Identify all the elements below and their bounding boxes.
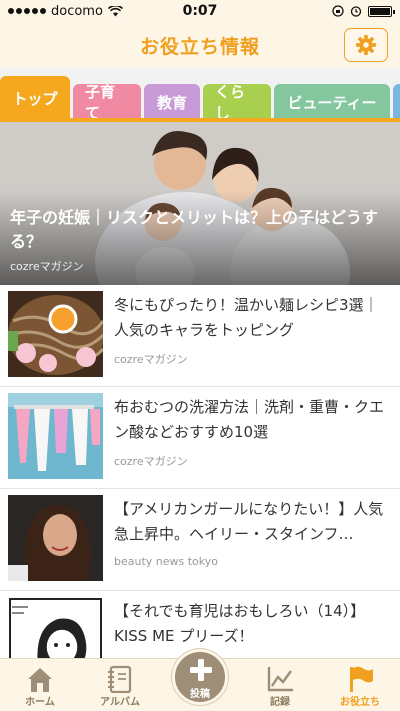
wifi-icon [107,5,123,16]
nav-useful[interactable]: お役立ち [320,659,400,711]
tab-top[interactable]: トップ [0,76,70,120]
article-title: 布おむつの洗濯方法｜洗剤・重曹・クエン酸などおすすめ10選 [114,398,385,441]
header: お役立ち情報 [0,22,400,68]
article-source: cozreマガジン [114,455,188,468]
article-source: beauty news tokyo [114,555,219,568]
tab-label: 教育 [156,93,187,112]
nav-record[interactable]: 記録 [240,659,320,711]
nav-useful-label: お役立ち [340,697,380,708]
plus-icon [190,659,212,681]
house-icon [28,668,52,692]
featured-title: 年子の妊娠｜リスクとメリットは？上の子はどうする？ [10,208,379,251]
battery-icon [368,5,395,17]
featured-article[interactable]: 年子の妊娠｜リスクとメリットは？上の子はどうする？ cozreマガジン [0,122,400,285]
tab-label: 子育て [85,83,116,120]
article-list: 冬にもぴったり！温かい麺レシピ3選｜人気のキャラをトッピング cozreマガジン… [0,285,400,693]
category-tabs: トップ 子育て 教育 くらし ビューティー [0,72,400,120]
list-item[interactable]: 冬にもぴったり！温かい麺レシピ3選｜人気のキャラをトッピング cozreマガジン [0,285,400,387]
article-title: 【アメリカンガールになりたい！】人気急上昇中。ヘイリー・スタインフ… [114,500,384,543]
nav-album-label: アルバム [100,697,140,708]
tab-lifestyle[interactable]: くらし [203,83,271,120]
tab-label: ビューティー [287,93,377,112]
carrier-name: docomo [51,3,103,19]
notebook-icon [108,665,132,693]
laundry-thumbnail [8,393,103,479]
bottom-nav: ホーム アルバム 投稿 記録 お役立ち [0,649,400,711]
post-button[interactable]: 投稿 [172,649,228,705]
noodle-thumbnail [8,291,103,377]
carrier-info: docomo [8,4,123,19]
tab-more[interactable] [393,84,400,120]
settings-button[interactable] [344,28,388,62]
nav-home[interactable]: ホーム [0,659,80,711]
tab-beauty[interactable]: ビューティー [274,84,390,120]
gear-icon [355,34,377,56]
chart-icon [267,667,293,692]
article-title: 冬にもぴったり！温かい麺レシピ3選｜人気のキャラをトッピング [114,296,379,339]
nav-album[interactable]: アルバム [80,659,160,711]
featured-source: cozreマガジン [10,260,84,273]
alarm-icon [350,6,362,17]
orientation-lock-icon [332,5,344,17]
list-item[interactable]: 布おむつの洗濯方法｜洗剤・重曹・クエン酸などおすすめ10選 cozreマガジン [0,387,400,489]
list-item[interactable]: 【アメリカンガールになりたい！】人気急上昇中。ヘイリー・スタインフ… beaut… [0,489,400,591]
tab-label: トップ [12,89,58,108]
article-title: 【それでも育児はおもしろい（14）】KISS ME プリーズ！ [114,602,366,645]
status-bar: docomo 0:07 [0,0,400,22]
flag-icon [350,666,373,692]
article-source: cozreマガジン [114,353,188,366]
tab-label: くらし [215,83,246,120]
page-title: お役立ち情報 [139,35,260,58]
tab-education[interactable]: 教育 [144,84,200,120]
portrait-thumbnail [8,495,103,581]
signal-icon [8,8,46,14]
nav-home-label: ホーム [25,697,55,708]
tab-parenting[interactable]: 子育て [73,83,141,120]
nav-record-label: 記録 [270,697,290,708]
post-button-label: 投稿 [190,689,210,700]
